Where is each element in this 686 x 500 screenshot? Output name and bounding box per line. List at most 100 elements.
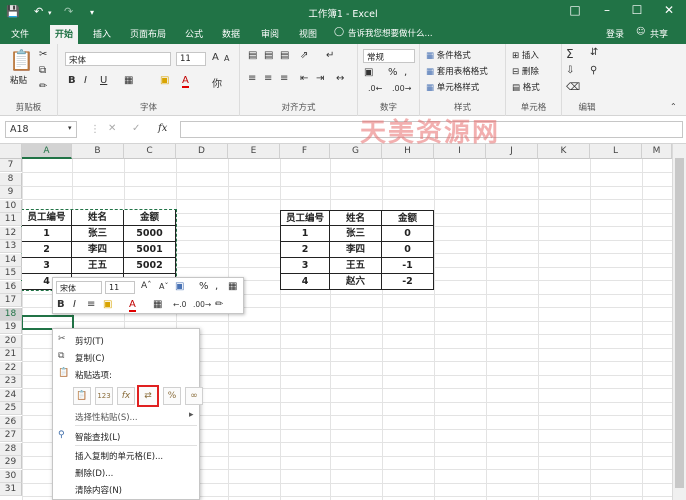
insert-cells-button[interactable]: ⊞ 插入 xyxy=(512,49,539,61)
menu-copy[interactable]: ⧉ 复制(C) xyxy=(53,349,199,365)
tell-me-box[interactable]: 告诉我您想要做什么... xyxy=(348,27,433,39)
row-header[interactable]: 12 xyxy=(0,226,22,240)
mini-decrease-decimal-icon[interactable]: .00→ xyxy=(193,300,211,309)
col-header-g[interactable]: G xyxy=(330,144,382,159)
row-header[interactable]: 24 xyxy=(0,388,22,402)
row-header[interactable]: 19 xyxy=(0,321,22,334)
row-header[interactable]: 7 xyxy=(0,159,22,172)
col-header-k[interactable]: K xyxy=(538,144,590,159)
wrap-text-icon[interactable]: ↵ xyxy=(326,50,334,61)
confirm-entry-icon[interactable]: ✓ xyxy=(132,123,140,134)
autosum-icon[interactable]: Σ xyxy=(566,47,574,61)
minimize-icon[interactable]: – xyxy=(598,3,616,17)
paste-icon[interactable]: 📋 xyxy=(9,48,34,72)
tab-review[interactable]: 审阅 xyxy=(261,27,279,40)
tab-page-layout[interactable]: 页面布局 xyxy=(130,27,166,40)
format-cells-button[interactable]: ▤ 格式 xyxy=(512,81,540,93)
increase-decimal-icon[interactable]: .0← xyxy=(368,84,382,93)
col-header-b[interactable]: B xyxy=(72,144,124,159)
align-right-icon[interactable]: ≡ xyxy=(280,73,288,84)
right-cell[interactable]: 王五 xyxy=(330,258,382,274)
conditional-format-button[interactable]: ▦ 条件格式 xyxy=(426,49,471,61)
mini-format-painter-icon[interactable]: ✏ xyxy=(215,299,223,310)
decrease-indent-icon[interactable]: ⇤ xyxy=(300,73,308,84)
right-cell[interactable]: 赵六 xyxy=(330,274,382,290)
row-header[interactable]: 30 xyxy=(0,469,22,483)
mini-font-color-icon[interactable]: A xyxy=(129,299,136,312)
mini-comma-button[interactable]: , xyxy=(215,281,218,292)
mini-italic-icon[interactable]: I xyxy=(73,299,76,310)
menu-delete[interactable]: 删除(D)... xyxy=(53,464,199,480)
mini-shrink-font-icon[interactable]: Aˇ xyxy=(159,282,168,291)
name-box-dropdown-icon[interactable]: ▾ xyxy=(68,124,72,132)
tab-data[interactable]: 数据 xyxy=(222,27,240,40)
row-header[interactable]: 29 xyxy=(0,456,22,469)
col-header-h[interactable]: H xyxy=(382,144,434,159)
menu-insert-copied[interactable]: 插入复制的单元格(E)... xyxy=(53,447,199,463)
row-header[interactable]: 8 xyxy=(0,172,22,186)
paste-button[interactable]: 粘贴 xyxy=(10,74,27,86)
row-header[interactable]: 9 xyxy=(0,186,22,199)
tab-view[interactable]: 视图 xyxy=(299,27,317,40)
row-header[interactable]: 27 xyxy=(0,429,22,442)
menu-clear[interactable]: 清除内容(N) xyxy=(53,481,199,497)
maximize-icon[interactable]: ☐ xyxy=(628,3,646,17)
row-header[interactable]: 14 xyxy=(0,253,22,267)
row-header[interactable]: 22 xyxy=(0,361,22,375)
login-link[interactable]: 登录 xyxy=(606,27,624,40)
mini-font-combo[interactable]: 宋体 xyxy=(56,281,102,294)
col-header-l[interactable]: L xyxy=(590,144,642,159)
col-header-a[interactable]: A xyxy=(22,144,72,159)
underline-button[interactable]: U xyxy=(100,75,107,86)
row-header[interactable]: 23 xyxy=(0,375,22,388)
delete-cells-button[interactable]: ⊟ 删除 xyxy=(512,65,539,77)
right-cell[interactable]: -1 xyxy=(382,258,434,274)
col-header-e[interactable]: E xyxy=(228,144,280,159)
col-header-m[interactable]: M xyxy=(642,144,672,159)
ribbon-display-icon[interactable]: □ xyxy=(566,3,584,17)
font-color-button[interactable]: A xyxy=(182,75,189,88)
orientation-icon[interactable]: ⇗ xyxy=(300,50,308,61)
row-header[interactable]: 28 xyxy=(0,442,22,456)
tab-insert[interactable]: 插入 xyxy=(93,27,111,40)
row-header[interactable]: 16 xyxy=(0,280,22,294)
borders-icon[interactable]: ▦ xyxy=(124,75,133,86)
scrollbar-thumb[interactable] xyxy=(675,158,684,488)
mini-accounting-icon[interactable]: ▣ xyxy=(175,281,184,292)
mini-align-center-icon[interactable]: ≡ xyxy=(87,299,95,310)
collapse-ribbon-icon[interactable]: ⌃ xyxy=(670,102,677,111)
row-header[interactable]: 11 xyxy=(0,213,22,226)
row-header[interactable]: 17 xyxy=(0,294,22,307)
cell-styles-button[interactable]: ▦ 单元格样式 xyxy=(426,81,479,93)
merge-center-icon[interactable]: ↔ xyxy=(336,73,344,84)
mini-bold-icon[interactable]: B xyxy=(57,299,65,310)
menu-smart-lookup[interactable]: ⚲ 智能查找(L) xyxy=(53,428,199,444)
right-cell[interactable]: 2 xyxy=(280,242,330,258)
mini-borders-icon[interactable]: ▦ xyxy=(153,299,162,310)
right-cell[interactable]: 张三 xyxy=(330,226,382,242)
col-header-c[interactable]: C xyxy=(124,144,176,159)
format-as-table-button[interactable]: ▦ 套用表格格式 xyxy=(426,65,488,77)
mini-increase-decimal-icon[interactable]: ←.0 xyxy=(173,300,186,309)
tab-file[interactable]: 文件 xyxy=(11,27,29,40)
right-cell[interactable]: 李四 xyxy=(330,242,382,258)
paste-option-formulas-icon[interactable]: fx xyxy=(117,387,135,405)
select-all-corner[interactable] xyxy=(0,144,22,159)
row-header[interactable]: 10 xyxy=(0,199,22,213)
phonetic-icon[interactable]: 你 xyxy=(212,75,222,90)
row-header[interactable]: 13 xyxy=(0,240,22,253)
row-header[interactable]: 25 xyxy=(0,402,22,415)
fill-color-icon[interactable]: ▣ xyxy=(160,75,169,86)
align-left-icon[interactable]: ≡ xyxy=(248,73,256,84)
row-header[interactable]: 20 xyxy=(0,334,22,348)
format-painter-icon[interactable]: ✏ xyxy=(39,81,47,92)
comma-button[interactable]: , xyxy=(404,67,407,78)
font-size-combo[interactable]: 11 xyxy=(176,52,206,66)
percent-button[interactable]: % xyxy=(388,67,398,78)
paste-option-values-icon[interactable]: 123 xyxy=(95,387,113,405)
col-header-d[interactable]: D xyxy=(176,144,228,159)
row-header[interactable]: 31 xyxy=(0,483,22,496)
right-cell[interactable]: 0 xyxy=(382,226,434,242)
tab-home[interactable]: 开始 xyxy=(50,25,79,44)
menu-cut[interactable]: ✂ 剪切(T) xyxy=(53,332,199,348)
